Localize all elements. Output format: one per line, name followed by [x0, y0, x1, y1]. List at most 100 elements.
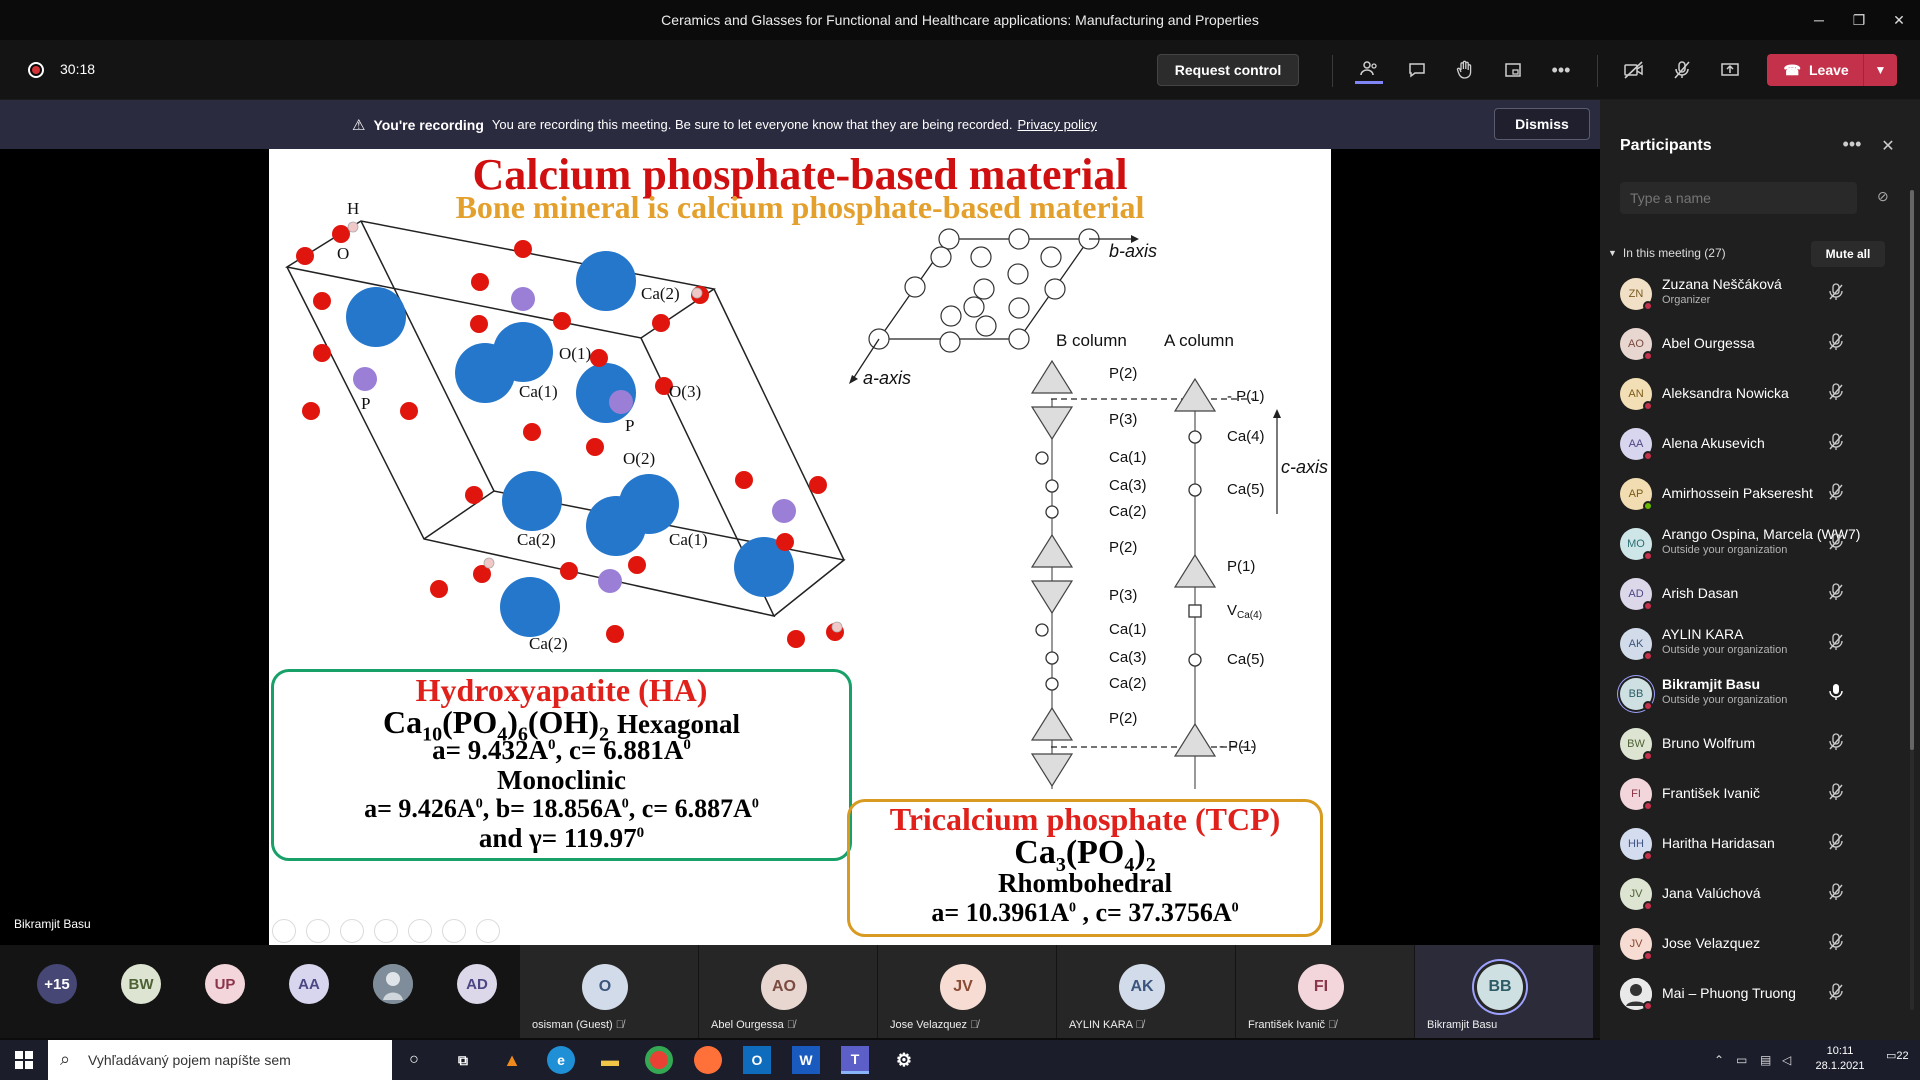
participant-row[interactable]: MO Arango Ospina, Marcela (WW7) Outside yo…: [1600, 518, 1900, 568]
pen-icon[interactable]: [340, 919, 364, 943]
mic-muted-icon[interactable]: [1826, 832, 1846, 852]
tray-overflow-chevron-icon[interactable]: ⌃: [1714, 1053, 1724, 1067]
taskbar-clock[interactable]: 10:11 28.1.2021: [1800, 1044, 1880, 1074]
participant-row[interactable]: JV Jose Velazquez: [1600, 918, 1900, 968]
gallery-avatar[interactable]: [373, 964, 413, 1004]
participant-row[interactable]: ZN Zuzana Neščáková Organizer: [1600, 268, 1900, 318]
mic-muted-icon[interactable]: [1826, 932, 1846, 952]
participant-row[interactable]: AD Arish Dasan: [1600, 568, 1900, 618]
mic-muted-icon[interactable]: [1826, 632, 1846, 652]
leave-button[interactable]: ☎ Leave ▼: [1767, 54, 1897, 86]
teams-icon[interactable]: T: [841, 1046, 869, 1074]
gallery-tile[interactable]: FI František Ivanič 🎙̸: [1236, 945, 1414, 1038]
participant-row[interactable]: AN Aleksandra Nowicka: [1600, 368, 1900, 418]
mic-muted-icon[interactable]: [1826, 882, 1846, 902]
close-window-button[interactable]: ✕: [1876, 0, 1920, 40]
participant-row[interactable]: JV Jana Valúchová: [1600, 868, 1900, 918]
dlabel-p1-1: - P(1): [1227, 388, 1265, 405]
vlc-icon[interactable]: ▲: [498, 1046, 526, 1074]
gallery-tile[interactable]: JV Jose Velazquez 🎙̸: [878, 945, 1056, 1038]
edge-icon[interactable]: e: [547, 1046, 575, 1074]
notification-center-icon[interactable]: ▭22: [1886, 1049, 1909, 1062]
task-view-icon[interactable]: ⧉: [449, 1046, 477, 1074]
gallery-tile[interactable]: BB Bikramjit Basu: [1415, 945, 1593, 1038]
more-participants-badge[interactable]: +15: [37, 964, 77, 1004]
taskbar-search-box[interactable]: ⌕ Vyhľadávaný pojem napíšte sem: [48, 1040, 392, 1080]
volume-icon[interactable]: ◁: [1782, 1053, 1791, 1067]
mic-muted-icon[interactable]: [1826, 482, 1846, 502]
participant-search-input[interactable]: [1620, 182, 1857, 214]
mic-muted-icon[interactable]: [1826, 982, 1846, 1002]
mic-muted-icon[interactable]: [1826, 532, 1846, 552]
mic-muted-icon[interactable]: [1826, 332, 1846, 352]
participant-row[interactable]: AA Alena Akusevich: [1600, 418, 1900, 468]
mic-muted-icon[interactable]: [1826, 582, 1846, 602]
more-slide-options-icon[interactable]: [476, 919, 500, 943]
more-actions-icon[interactable]: •••: [1547, 56, 1575, 84]
prev-slide-icon[interactable]: [272, 919, 296, 943]
mic-muted-icon[interactable]: [1826, 432, 1846, 452]
mute-all-button[interactable]: Mute all: [1811, 241, 1885, 267]
cortana-icon[interactable]: ○: [400, 1046, 428, 1074]
mic-muted-icon[interactable]: [1826, 282, 1846, 302]
mic-off-icon[interactable]: [1668, 56, 1696, 84]
participant-row[interactable]: AO Abel Ourgessa: [1600, 318, 1900, 368]
gallery-avatar[interactable]: UP: [205, 964, 245, 1004]
participant-row[interactable]: Mai – Phuong Truong: [1600, 968, 1900, 1018]
participant-row[interactable]: BW Bruno Wolfrum: [1600, 718, 1900, 768]
word-icon[interactable]: W: [792, 1046, 820, 1074]
mic-muted-icon[interactable]: [1826, 732, 1846, 752]
network-icon[interactable]: ▤: [1760, 1053, 1771, 1067]
next-slide-icon[interactable]: [306, 919, 330, 943]
participant-row[interactable]: FI František Ivanič: [1600, 768, 1900, 818]
windows-start-icon[interactable]: [0, 1040, 48, 1080]
participants-icon[interactable]: [1355, 56, 1383, 84]
chrome-icon[interactable]: [645, 1046, 673, 1074]
panel-more-options-icon[interactable]: •••: [1840, 134, 1864, 155]
participant-name: Arish Dasan: [1662, 585, 1739, 601]
gallery-tile[interactable]: Oosisman (Guest) 🎙̸: [520, 945, 698, 1038]
mic-muted-icon[interactable]: [1826, 382, 1846, 402]
zoom-icon[interactable]: [408, 919, 432, 943]
raise-hand-icon[interactable]: [1451, 56, 1479, 84]
battery-icon[interactable]: ▭: [1736, 1053, 1747, 1067]
in-meeting-section-toggle[interactable]: ▼ In this meeting (27): [1608, 246, 1726, 260]
mic-on-icon[interactable]: [1826, 682, 1846, 702]
dismiss-button[interactable]: Dismiss: [1494, 108, 1590, 140]
video-gallery-strip: +15 BW UP AA AD Oosisman (Guest) 🎙̸ AO Abel Our…: [0, 945, 1600, 1038]
participant-row[interactable]: HH Haritha Haridasan: [1600, 818, 1900, 868]
dlabel-ca1-1: Ca(1): [1109, 449, 1147, 466]
gallery-tile[interactable]: AO Abel Ourgessa 🎙̸: [699, 945, 877, 1038]
avatar-initials: JV: [1629, 938, 1643, 950]
avatar-initials: AP: [1628, 488, 1644, 500]
file-explorer-icon[interactable]: ▬: [596, 1046, 624, 1074]
subtitles-icon[interactable]: [442, 919, 466, 943]
dlabel-ca5-2: Ca(5): [1227, 651, 1265, 668]
request-control-button[interactable]: Request control: [1157, 54, 1299, 86]
share-screen-icon[interactable]: [1716, 56, 1744, 84]
panel-scrollbar-thumb[interactable]: [1910, 190, 1914, 750]
leave-options-chevron-icon[interactable]: ▼: [1863, 54, 1897, 86]
settings-gear-icon[interactable]: ⚙: [890, 1046, 918, 1074]
camera-off-icon[interactable]: [1620, 56, 1648, 84]
mic-muted-icon: 🎙̸: [786, 1019, 796, 1031]
gallery-tile[interactable]: AK AYLIN KARA 🎙̸: [1057, 945, 1235, 1038]
share-invite-icon[interactable]: ⊘: [1877, 188, 1889, 205]
slide-controls: [272, 919, 500, 943]
privacy-policy-link[interactable]: Privacy policy: [1017, 117, 1096, 132]
avatar: AK: [1620, 628, 1653, 661]
participant-row[interactable]: AP Amirhossein Pakseresht: [1600, 468, 1900, 518]
mic-muted-icon[interactable]: [1826, 782, 1846, 802]
recording-banner-title: You're recording: [373, 116, 484, 133]
outlook-icon[interactable]: O: [743, 1046, 771, 1074]
gallery-avatar[interactable]: AA: [289, 964, 329, 1004]
slides-icon[interactable]: [374, 919, 398, 943]
panel-close-icon[interactable]: ✕: [1878, 136, 1898, 156]
participant-row[interactable]: BB Bikramjit Basu Outside your organizatio…: [1600, 668, 1900, 718]
chat-icon[interactable]: [1403, 56, 1431, 84]
gallery-avatar[interactable]: AD: [457, 964, 497, 1004]
firefox-icon[interactable]: [694, 1046, 722, 1074]
rooms-icon[interactable]: [1499, 56, 1527, 84]
gallery-avatar[interactable]: BW: [121, 964, 161, 1004]
participant-row[interactable]: AK AYLIN KARA Outside your organization: [1600, 618, 1900, 668]
